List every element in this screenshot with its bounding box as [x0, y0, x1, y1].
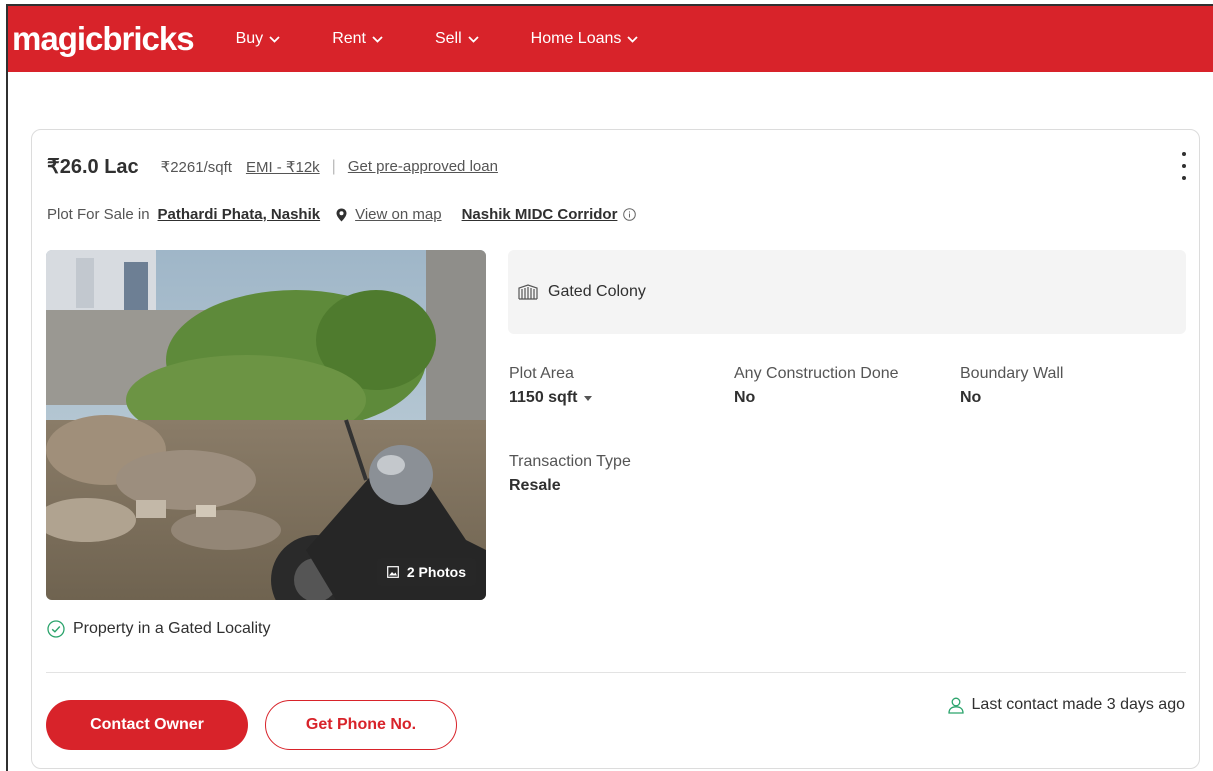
amenity-label: Gated Colony	[548, 283, 646, 300]
summary-transaction: Transaction Type Resale	[509, 452, 631, 495]
nav-buy[interactable]: Buy	[236, 30, 281, 48]
plot-area-value-wrap[interactable]: 1150 sqft	[509, 389, 593, 407]
check-circle-icon	[47, 620, 65, 638]
property-card: ₹26.0 Lac ₹2261/sqft EMI - ₹12k | Get pr…	[31, 129, 1200, 769]
divider	[46, 672, 1186, 673]
more-options-icon[interactable]	[1179, 152, 1189, 180]
price-row: ₹26.0 Lac ₹2261/sqft EMI - ₹12k | Get pr…	[47, 154, 498, 179]
chevron-down-icon	[269, 35, 280, 43]
nav-rent[interactable]: Rent	[332, 30, 383, 48]
map-pin-icon	[336, 208, 347, 221]
boundary-wall-value: No	[960, 389, 982, 406]
get-phone-button[interactable]: Get Phone No.	[265, 700, 457, 750]
chevron-down-icon	[627, 35, 639, 43]
transaction-type-label: Transaction Type	[509, 453, 631, 470]
amenity-box: Gated Colony	[508, 250, 1186, 334]
last-contact-info: Last contact made 3 days ago	[947, 696, 1185, 714]
contact-owner-button[interactable]: Contact Owner	[46, 700, 248, 750]
highlight-text: Property in a Gated Locality	[73, 620, 271, 637]
last-contact-text: Last contact made 3 days ago	[971, 696, 1185, 713]
info-icon[interactable]	[623, 208, 637, 221]
image-icon	[386, 566, 399, 578]
property-photo[interactable]: 2 Photos	[46, 250, 486, 600]
photo-count: 2 Photos	[406, 564, 466, 580]
emi-link[interactable]: EMI - ₹12k	[246, 158, 320, 176]
title-row: Plot For Sale in Pathardi Phata, Nashik …	[47, 206, 637, 223]
plot-area-value: 1150 sqft	[509, 389, 578, 406]
transaction-type-value: Resale	[509, 477, 561, 494]
plot-area-label: Plot Area	[509, 365, 574, 382]
nav-home-loans[interactable]: Home Loans	[531, 30, 639, 48]
construction-value: No	[734, 389, 756, 406]
gate-icon	[518, 284, 538, 300]
view-on-map-label: View on map	[355, 206, 442, 223]
nav-buy-label: Buy	[235, 30, 264, 47]
price-per-sqft: ₹2261/sqft	[160, 158, 232, 176]
nav-rent-label: Rent	[332, 30, 366, 47]
nav-sell-label: Sell	[434, 30, 462, 47]
summary-boundary-wall: Boundary Wall No	[960, 364, 1063, 407]
nav-home-loans-label: Home Loans	[530, 30, 622, 47]
nav-sell[interactable]: Sell	[435, 30, 479, 48]
summary-construction: Any Construction Done No	[734, 364, 914, 407]
price: ₹26.0 Lac	[47, 156, 139, 178]
user-icon	[947, 697, 964, 714]
logo[interactable]: magicbricks	[12, 20, 195, 58]
photo-count-badge[interactable]: 2 Photos	[376, 558, 476, 586]
locality-link[interactable]: Pathardi Phata, Nashik	[158, 206, 321, 223]
summary-plot-area: Plot Area 1150 sqft	[509, 364, 593, 407]
top-navbar: magicbricks Buy Rent Sell Home Loans	[8, 6, 1213, 72]
chevron-down-icon	[468, 35, 479, 43]
pre-approved-loan-link[interactable]: Get pre-approved loan	[348, 158, 498, 175]
gated-locality-highlight: Property in a Gated Locality	[47, 620, 270, 638]
main-nav: Buy Rent Sell Home Loans	[236, 30, 691, 48]
property-photo-image	[46, 250, 486, 600]
caret-down-icon	[584, 395, 593, 401]
chevron-down-icon	[372, 35, 383, 43]
corridor-link[interactable]: Nashik MIDC Corridor	[462, 206, 618, 223]
separator: |	[331, 157, 336, 175]
boundary-wall-label: Boundary Wall	[960, 365, 1064, 382]
view-on-map-link[interactable]: View on map	[336, 206, 442, 223]
title-prefix: Plot For Sale in	[47, 206, 150, 223]
construction-label: Any Construction Done	[734, 365, 899, 382]
